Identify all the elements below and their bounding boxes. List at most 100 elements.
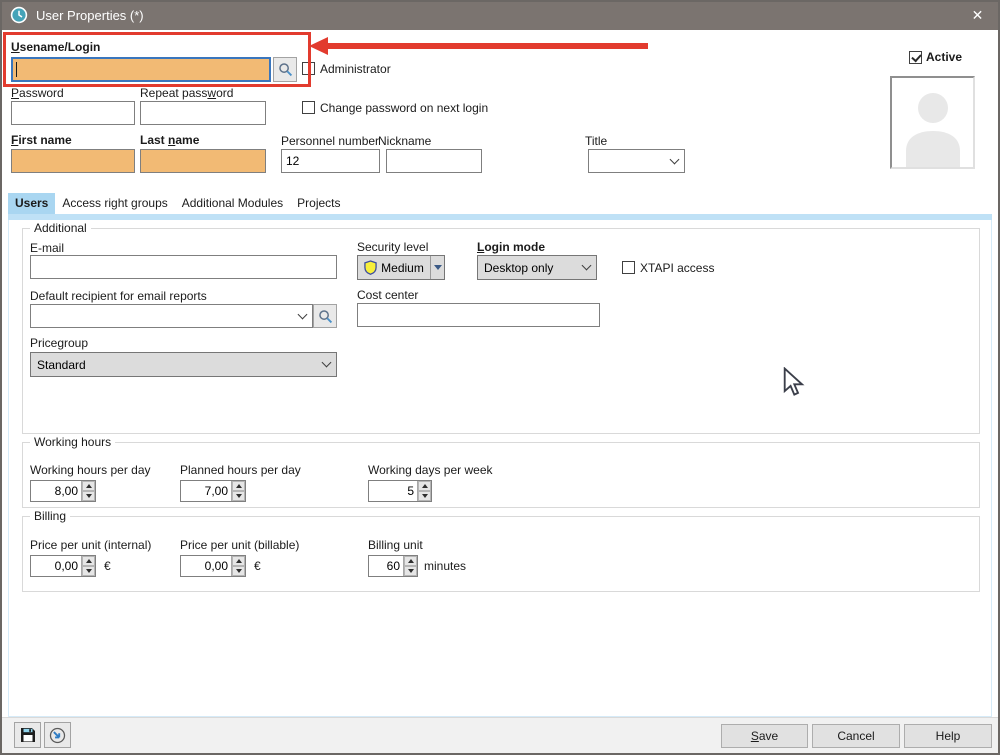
title-select[interactable] [588,149,685,173]
spin-buttons [403,556,417,576]
spin-down-button[interactable] [82,491,95,501]
active-checkbox[interactable] [909,51,922,64]
spin-up-button[interactable] [82,556,95,566]
email-label: E-mail [30,241,64,255]
group-additional-label: Additional [30,221,91,235]
annotation-arrow-shaft [327,43,648,49]
planned-hours-per-day-value: 7,00 [181,481,231,501]
tab-additional-modules[interactable]: Additional Modules [175,193,290,214]
chevron-down-icon [670,154,680,164]
pricegroup-select[interactable]: Standard [30,352,337,377]
pricegroup-label: Pricegroup [30,336,88,350]
planned-hours-per-day-spinner[interactable]: 7,00 [180,480,246,502]
spin-down-button[interactable] [232,566,245,576]
switch-user-icon-button[interactable] [44,722,71,748]
working-hours-per-day-spinner[interactable]: 8,00 [30,480,96,502]
billing-unit-spinner[interactable]: 60 [368,555,418,577]
working-hours-per-day-label: Working hours per day [30,463,151,477]
login-mode-value: Desktop only [484,261,553,275]
price-billable-spinner[interactable]: 0,00 [180,555,246,577]
working-days-per-week-spinner[interactable]: 5 [368,480,432,502]
billing-unit-label: Billing unit [368,538,423,552]
recipient-combobox[interactable] [30,304,313,328]
security-level-arrow[interactable] [430,256,444,279]
last-name-label: Last name [140,133,199,147]
spin-down-button[interactable] [232,491,245,501]
working-days-per-week-value: 5 [369,481,417,501]
billing-unit-value: 60 [369,556,403,576]
change-password-label: Change password on next login [320,101,488,115]
save-icon-button[interactable] [14,722,41,748]
price-billable-currency: € [254,559,261,573]
dropdown-arrow-icon [434,265,442,270]
repeat-password-input[interactable] [140,101,266,125]
spin-down-button[interactable] [418,491,431,501]
last-name-input[interactable] [140,149,266,173]
spin-up-button[interactable] [232,556,245,566]
spin-buttons [81,481,95,501]
tab-projects[interactable]: Projects [290,193,347,214]
security-level-label: Security level [357,240,428,254]
floppy-disk-icon [20,727,36,743]
password-label: Password [11,86,64,100]
person-silhouette-icon [894,81,972,167]
clock-icon [10,6,28,24]
change-password-checkbox[interactable] [302,101,315,114]
spin-up-button[interactable] [418,481,431,491]
search-icon [318,309,333,324]
administrator-label: Administrator [320,62,391,76]
circle-arrow-icon [49,727,66,744]
window-title: User Properties (*) [36,8,144,23]
working-hours-per-day-value: 8,00 [31,481,81,501]
spin-buttons [231,556,245,576]
shield-icon [364,260,377,275]
save-button[interactable]: Save [721,724,808,748]
group-working-hours [22,442,980,508]
tab-access-right-groups[interactable]: Access right groups [55,193,174,214]
first-name-input[interactable] [11,149,135,173]
group-billing-label: Billing [30,509,70,523]
nickname-input[interactable] [386,149,482,173]
email-input[interactable] [30,255,337,279]
cost-center-input[interactable] [357,303,600,327]
spin-up-button[interactable] [232,481,245,491]
first-name-label: First name [11,133,72,147]
spin-up-button[interactable] [82,481,95,491]
spin-down-button[interactable] [404,566,417,576]
avatar [890,76,975,169]
annotation-rectangle [3,32,311,87]
help-button[interactable]: Help [904,724,992,748]
working-days-per-week-label: Working days per week [368,463,493,477]
spin-up-button[interactable] [404,556,417,566]
xtapi-access-label: XTAPI access [640,261,714,275]
tab-users[interactable]: Users [8,193,55,214]
xtapi-access-checkbox[interactable] [622,261,635,274]
login-mode-select[interactable]: Desktop only [477,255,597,280]
security-level-value: Medium [381,261,424,275]
planned-hours-per-day-label: Planned hours per day [180,463,301,477]
close-icon[interactable]: ✕ [955,0,1000,30]
recipient-search-button[interactable] [313,304,337,328]
pricegroup-value: Standard [37,358,86,372]
titlebar: User Properties (*) ✕ [0,0,1000,30]
price-billable-value: 0,00 [181,556,231,576]
price-internal-label: Price per unit (internal) [30,538,151,552]
billing-unit-suffix: minutes [424,559,466,573]
chevron-down-icon [298,309,308,319]
group-billing [22,516,980,592]
password-input[interactable] [11,101,135,125]
spin-buttons [231,481,245,501]
group-working-hours-label: Working hours [30,435,115,449]
chevron-down-icon [582,261,592,271]
spin-down-button[interactable] [82,566,95,576]
chevron-down-icon [322,358,332,368]
cancel-button[interactable]: Cancel [812,724,900,748]
user-properties-dialog: User Properties (*) ✕ Usename/Login Admi… [0,0,1000,755]
annotation-arrow-head [309,37,328,55]
price-internal-spinner[interactable]: 0,00 [30,555,96,577]
security-level-value-area: Medium [358,260,430,275]
recipient-label: Default recipient for email reports [30,289,207,303]
mouse-cursor [783,367,805,398]
personnel-number-input[interactable] [281,149,380,173]
security-level-dropdown-button[interactable]: Medium [357,255,445,280]
